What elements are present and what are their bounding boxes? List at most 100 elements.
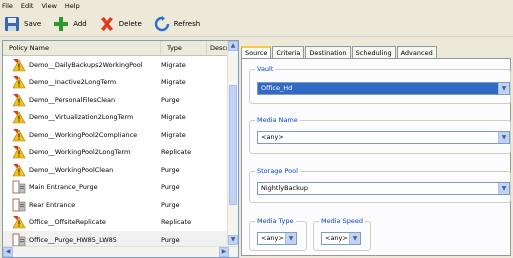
policy-row[interactable]: Demo__WorkingPool2LongTerm Replicate <box>3 144 229 162</box>
vault-label: Vault <box>255 65 276 73</box>
vertical-scrollbar[interactable]: ▲ ▼ <box>227 41 238 245</box>
horizontal-scrollbar[interactable]: ◀ ▶ <box>3 246 238 257</box>
list-header: Policy Name Type Descripti <box>3 41 229 56</box>
media-name-select[interactable]: <any> ▼ <box>257 131 510 144</box>
tab-criteria[interactable]: Criteria <box>272 46 305 58</box>
media-type-group: Media Type <any> ▼ <box>249 217 307 251</box>
policy-row[interactable]: Demo__WorkingPoolClean Purge <box>3 161 229 179</box>
chevron-down-icon[interactable]: ▼ <box>498 83 509 94</box>
policy-row[interactable]: Demo__WorkingPool2Compliance Migrate <box>3 126 229 144</box>
policy-type: Migrate <box>161 78 186 87</box>
storage-pool-value: NightlyBackup <box>261 184 308 192</box>
policy-type: Migrate <box>161 113 186 122</box>
column-header-policy-name[interactable]: Policy Name <box>3 41 161 55</box>
storage-pool-label: Storage Pool <box>255 167 300 175</box>
policy-row[interactable]: Demo__DailyBackups2WorkingPool Migrate <box>3 56 229 74</box>
warning-policy-icon <box>12 75 26 89</box>
policy-name: Demo__Inactive2LongTerm <box>29 78 117 87</box>
save-label: Save <box>24 19 42 28</box>
media-speed-select[interactable]: <any> ▼ <box>321 232 361 245</box>
toolbar: Save Add Delete Refresh <box>0 11 513 37</box>
document-policy-icon <box>12 198 26 212</box>
policy-name-cell: Demo__PersonalFilesClean <box>3 93 161 107</box>
red-x-icon <box>100 16 113 31</box>
policy-row[interactable]: Demo__Inactive2LongTerm Migrate <box>3 74 229 92</box>
chevron-down-icon[interactable]: ▼ <box>285 233 296 244</box>
scroll-right-button[interactable]: ▶ <box>219 247 229 257</box>
policy-type: Purge <box>161 235 180 244</box>
tab-advanced[interactable]: Advanced <box>396 46 437 58</box>
scroll-thumb[interactable] <box>229 85 237 205</box>
add-label: Add <box>73 19 87 28</box>
policy-name: Main Entrance_Purge <box>29 183 98 192</box>
policy-row[interactable]: Demo__Virtualization2LongTerm Migrate <box>3 109 229 127</box>
save-button[interactable]: Save <box>4 16 41 32</box>
policy-name-cell: Rear Entrance <box>3 198 161 212</box>
tab-destination[interactable]: Destination <box>305 46 351 58</box>
warning-policy-icon <box>12 110 26 124</box>
menu-help[interactable]: Help <box>65 2 80 10</box>
document-policy-icon <box>12 233 26 247</box>
warning-policy-icon <box>12 58 26 72</box>
media-speed-label: Media Speed <box>319 217 365 225</box>
floppy-disk-icon <box>5 16 19 31</box>
policy-row[interactable]: Rear Entrance Purge <box>3 196 229 214</box>
column-header-type[interactable]: Type <box>161 41 207 55</box>
policy-name-cell: Demo__WorkingPool2LongTerm <box>3 145 161 159</box>
policy-name-cell: Demo__Virtualization2LongTerm <box>3 110 161 124</box>
policy-name-cell: Demo__Inactive2LongTerm <box>3 75 161 89</box>
policy-type: Migrate <box>161 60 186 69</box>
warning-policy-icon <box>12 128 26 142</box>
policy-name: Demo__WorkingPool2Compliance <box>29 130 138 139</box>
add-button[interactable]: Add <box>53 16 87 32</box>
menu-view[interactable]: View <box>41 2 56 10</box>
policy-type: Replicate <box>161 148 192 157</box>
delete-label: Delete <box>118 19 142 28</box>
scroll-up-button[interactable]: ▲ <box>228 41 238 51</box>
storage-pool-group: Storage Pool NightlyBackup ▼ <box>249 167 511 203</box>
policy-name: Demo__Virtualization2LongTerm <box>29 113 134 122</box>
policy-name-cell: Main Entrance_Purge <box>3 180 161 194</box>
menu-edit[interactable]: Edit <box>21 2 34 10</box>
policy-name-cell: Office__Purge_HW85_LW85 <box>3 233 161 247</box>
policy-type: Purge <box>161 200 180 209</box>
menu-bar: File Edit View Help <box>0 0 513 11</box>
source-panel: Vault Office_Hd ▼ Media Name <any> ▼ Sto… <box>241 58 511 256</box>
policy-name: Office__OffsiteReplicate <box>29 218 106 227</box>
warning-policy-icon <box>12 163 26 177</box>
policy-name: Demo__WorkingPool2LongTerm <box>29 148 131 157</box>
refresh-label: Refresh <box>173 19 201 28</box>
tab-scheduling[interactable]: Scheduling <box>351 46 396 58</box>
policy-type: Purge <box>161 95 180 104</box>
policy-row[interactable]: Demo__PersonalFilesClean Purge <box>3 91 229 109</box>
policy-name-cell: Demo__DailyBackups2WorkingPool <box>3 58 161 72</box>
warning-policy-icon <box>12 215 26 229</box>
vault-select[interactable]: Office_Hd ▼ <box>257 82 510 95</box>
chevron-down-icon[interactable]: ▼ <box>349 233 360 244</box>
policy-name-cell: Office__OffsiteReplicate <box>3 215 161 229</box>
warning-policy-icon <box>12 145 26 159</box>
scroll-down-button[interactable]: ▼ <box>228 235 238 245</box>
policy-name: Office__Purge_HW85_LW85 <box>29 235 117 244</box>
policy-row[interactable]: Main Entrance_Purge Purge <box>3 179 229 197</box>
policy-rows: Demo__DailyBackups2WorkingPool Migrate Dem… <box>3 56 229 249</box>
menu-file[interactable]: File <box>2 2 13 10</box>
chevron-down-icon[interactable]: ▼ <box>498 132 509 143</box>
storage-pool-select[interactable]: NightlyBackup ▼ <box>257 182 510 195</box>
media-speed-value: <any> <box>325 234 348 242</box>
refresh-icon <box>154 15 169 31</box>
policy-row[interactable]: Office__OffsiteReplicate Replicate <box>3 214 229 232</box>
media-type-select[interactable]: <any> ▼ <box>257 232 297 245</box>
policy-name-cell: Demo__WorkingPoolClean <box>3 163 161 177</box>
media-type-label: Media Type <box>255 217 296 225</box>
policy-name: Demo__DailyBackups2WorkingPool <box>29 60 143 69</box>
delete-button[interactable]: Delete <box>99 16 142 32</box>
media-name-value: <any> <box>261 133 284 141</box>
policy-list[interactable]: Policy Name Type Descripti Demo__DailyBa… <box>2 40 239 258</box>
policy-type: Purge <box>161 183 180 192</box>
chevron-down-icon[interactable]: ▼ <box>498 183 509 194</box>
refresh-button[interactable]: Refresh <box>154 15 201 32</box>
scroll-left-button[interactable]: ◀ <box>3 247 13 257</box>
policy-name: Demo__WorkingPoolClean <box>29 165 114 174</box>
column-header-description[interactable]: Descripti <box>207 41 229 55</box>
